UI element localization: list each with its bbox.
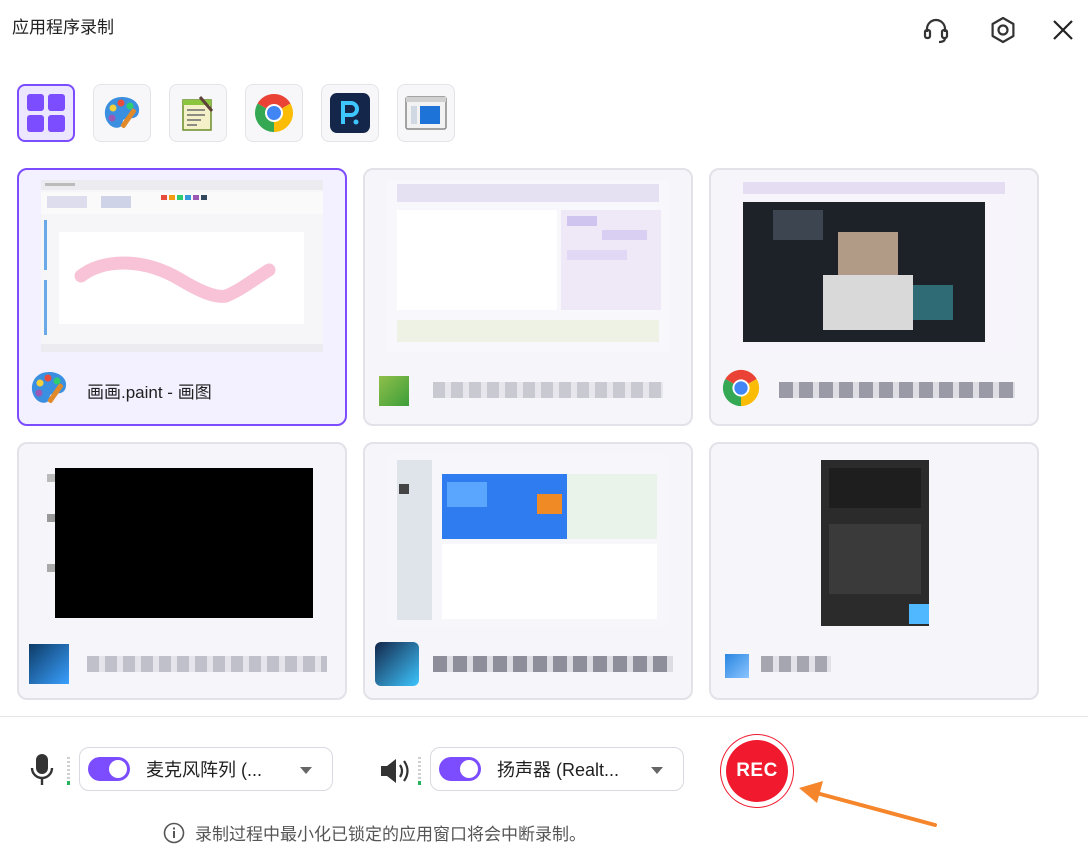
- blurred-app-icon: [375, 642, 419, 686]
- paint-palette-icon: [104, 97, 140, 128]
- window-card-dark[interactable]: [709, 442, 1039, 700]
- app-filter-p-app[interactable]: [321, 84, 379, 142]
- orange-arrow-annotation: [799, 781, 937, 827]
- support-button[interactable]: [916, 10, 956, 50]
- app-filter-notepad[interactable]: [169, 84, 227, 142]
- window-card-bluefile[interactable]: [363, 442, 693, 700]
- app-filter-all[interactable]: [17, 84, 75, 142]
- window-card-black[interactable]: [17, 442, 347, 700]
- p-app-icon: [330, 93, 370, 133]
- window-thumbnail-pixelated: [387, 180, 669, 352]
- close-icon: [1053, 20, 1073, 40]
- speaker-label: 扬声器 (Realt...: [497, 760, 620, 780]
- app-filter-paint[interactable]: [93, 84, 151, 142]
- info-icon: [163, 822, 185, 843]
- notice-text: 录制过程中最小化已锁定的应用窗口将会中断录制。: [195, 825, 586, 844]
- blurred-app-icon: [29, 644, 69, 684]
- blurred-window-label: [779, 382, 1015, 398]
- close-button[interactable]: [1043, 10, 1083, 50]
- microphone-toggle[interactable]: [88, 757, 130, 781]
- chevron-down-icon: [300, 767, 312, 774]
- app-filter-chrome[interactable]: [245, 84, 303, 142]
- toggle-knob: [460, 760, 478, 778]
- mic-level-meter: [67, 757, 70, 785]
- window-card-paint[interactable]: 画画.paint - 画图: [17, 168, 347, 426]
- window-icon: [405, 96, 447, 130]
- chevron-down-icon: [651, 767, 663, 774]
- window-card-video[interactable]: [709, 168, 1039, 426]
- window-card-blurred[interactable]: [363, 168, 693, 426]
- app-recording-window: 应用程序录制 画画.paint - 画图 麦克风阵列 (... 扬声器 (Rea…: [0, 0, 1088, 853]
- speaker-toggle[interactable]: [439, 757, 481, 781]
- app-filter-window[interactable]: [397, 84, 455, 142]
- chrome-icon: [255, 94, 293, 132]
- microphone-label: 麦克风阵列 (...: [146, 760, 262, 780]
- blurred-app-icon: [379, 376, 409, 406]
- blurred-window-label: [433, 656, 673, 672]
- blurred-app-icon: [725, 654, 749, 678]
- blurred-window-label: [433, 382, 663, 398]
- window-card-label: 画画.paint - 画图: [87, 383, 212, 402]
- paint-palette-icon: [31, 372, 67, 403]
- speaker-select[interactable]: 扬声器 (Realt...: [430, 747, 684, 791]
- speaker-icon: [381, 759, 409, 783]
- window-thumbnail-pixelated: [387, 454, 669, 626]
- grid-icon: [27, 94, 65, 132]
- notepad-icon: [182, 96, 214, 131]
- chrome-icon: [722, 369, 760, 407]
- headset-icon: [923, 18, 949, 44]
- divider: [0, 716, 1088, 717]
- notice: 录制过程中最小化已锁定的应用窗口将会中断录制。: [163, 820, 586, 845]
- window-thumbnail-pixelated: [733, 180, 1015, 352]
- rec-button[interactable]: REC: [721, 735, 793, 807]
- gear-icon: [991, 16, 1015, 44]
- window-thumbnail-pixelated: [733, 454, 1015, 626]
- toggle-knob: [109, 760, 127, 778]
- microphone-icon: [30, 754, 54, 785]
- window-title: 应用程序录制: [12, 18, 114, 37]
- rec-button-label: REC: [736, 760, 778, 781]
- window-thumbnail: [41, 180, 323, 352]
- blurred-window-label: [761, 656, 831, 672]
- microphone-select[interactable]: 麦克风阵列 (...: [79, 747, 333, 791]
- blurred-window-label: [87, 656, 327, 672]
- speaker-level-meter: [418, 757, 421, 785]
- settings-button[interactable]: [983, 10, 1023, 50]
- window-thumbnail-pixelated: [41, 454, 323, 626]
